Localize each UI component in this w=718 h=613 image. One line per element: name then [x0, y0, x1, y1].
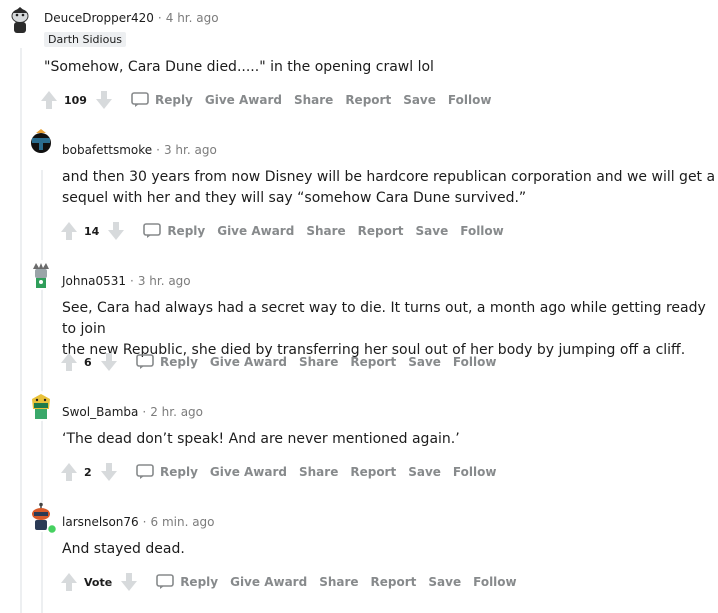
avatar[interactable] — [5, 5, 35, 35]
reply-label: Reply — [167, 224, 206, 238]
share-button[interactable]: Share — [306, 224, 345, 238]
author-name[interactable]: bobafettsmoke — [62, 143, 152, 157]
comment-actions: 109 Reply Give Award Share Report Save F… — [38, 88, 503, 112]
avatar[interactable] — [26, 502, 58, 535]
comment-bubble-icon — [143, 223, 162, 238]
user-flair: Darth Sidious — [44, 32, 127, 47]
save-button[interactable]: Save — [416, 224, 449, 238]
give-award-button[interactable]: Give Award — [210, 465, 287, 479]
timestamp[interactable]: 6 min. ago — [151, 515, 215, 529]
downvote-icon[interactable] — [118, 571, 140, 593]
vote-score: 6 — [84, 355, 92, 369]
author-name[interactable]: DeuceDropper420 — [44, 11, 154, 25]
share-button[interactable]: Share — [299, 355, 338, 369]
downvote-icon[interactable] — [98, 461, 120, 483]
report-button[interactable]: Report — [350, 355, 396, 369]
vote-score: 2 — [84, 465, 92, 479]
report-button[interactable]: Report — [345, 93, 391, 107]
upvote-icon[interactable] — [58, 461, 80, 483]
timestamp[interactable]: 4 hr. ago — [166, 11, 219, 25]
vote-score: 109 — [64, 93, 87, 107]
author-name[interactable]: larsnelson76 — [62, 515, 139, 529]
separator-dot: · — [129, 274, 134, 288]
comment-actions: Vote Reply Give Award Share Report Save … — [58, 570, 529, 594]
report-button[interactable]: Report — [358, 224, 404, 238]
reply-label: Reply — [154, 93, 193, 107]
avatar[interactable] — [26, 391, 56, 421]
thread-line-root[interactable] — [20, 48, 22, 613]
reply-button[interactable]: Reply — [143, 223, 205, 239]
comment-actions: 2 Reply Give Award Share Report Save Fol… — [58, 460, 508, 484]
follow-button[interactable]: Follow — [453, 355, 497, 369]
give-award-button[interactable]: Give Award — [230, 575, 307, 589]
author-name[interactable]: Johna0531 — [62, 274, 126, 288]
reply-button[interactable]: Reply — [136, 464, 198, 480]
save-button[interactable]: Save — [403, 93, 436, 107]
save-button[interactable]: Save — [428, 575, 461, 589]
report-button[interactable]: Report — [371, 575, 417, 589]
separator-dot: · — [142, 405, 147, 419]
comment-actions: 6 Reply Give Award Share Report Save Fol… — [58, 350, 508, 374]
reply-button[interactable]: Reply — [131, 92, 193, 108]
comment-body: "Somehow, Cara Dune died....." in the op… — [44, 59, 434, 75]
upvote-icon[interactable] — [58, 351, 80, 373]
upvote-icon[interactable] — [58, 571, 80, 593]
share-button[interactable]: Share — [299, 465, 338, 479]
online-status-icon — [46, 523, 58, 535]
give-award-button[interactable]: Give Award — [217, 224, 294, 238]
downvote-icon[interactable] — [105, 220, 127, 242]
upvote-icon[interactable] — [58, 220, 80, 242]
follow-button[interactable]: Follow — [453, 465, 497, 479]
reply-label: Reply — [180, 575, 219, 589]
reply-label: Reply — [160, 355, 198, 369]
downvote-icon[interactable] — [93, 89, 115, 111]
timestamp[interactable]: 3 hr. ago — [164, 143, 217, 157]
comment-body: and then 30 years from now Disney will b… — [62, 169, 716, 206]
comment-bubble-icon — [131, 92, 149, 107]
save-button[interactable]: Save — [408, 355, 441, 369]
vote-score: Vote — [84, 575, 113, 589]
separator-dot: · — [157, 11, 162, 25]
upvote-icon[interactable] — [38, 89, 60, 111]
comment-bubble-icon — [136, 464, 154, 479]
share-button[interactable]: Share — [294, 93, 333, 107]
report-button[interactable]: Report — [350, 465, 396, 479]
share-button[interactable]: Share — [319, 575, 358, 589]
reply-button[interactable]: Reply — [156, 574, 218, 590]
follow-button[interactable]: Follow — [460, 224, 504, 238]
timestamp[interactable]: 3 hr. ago — [138, 274, 191, 288]
comment-body: ‘The dead don’t speak! And are never men… — [62, 431, 460, 447]
comment-body: And stayed dead. — [62, 541, 185, 557]
avatar[interactable] — [26, 260, 56, 290]
timestamp[interactable]: 2 hr. ago — [150, 405, 203, 419]
avatar[interactable] — [26, 128, 56, 158]
give-award-button[interactable]: Give Award — [205, 93, 282, 107]
save-button[interactable]: Save — [408, 465, 441, 479]
comment-actions: 14 Reply Give Award Share Report Save Fo… — [58, 219, 516, 243]
separator-dot: · — [156, 143, 160, 157]
reply-label: Reply — [160, 465, 198, 479]
give-award-button[interactable]: Give Award — [210, 355, 287, 369]
comment-bubble-icon — [136, 354, 154, 369]
follow-button[interactable]: Follow — [473, 575, 517, 589]
downvote-icon[interactable] — [98, 351, 120, 373]
comment-bubble-icon — [156, 574, 174, 589]
author-name[interactable]: Swol_Bamba — [62, 405, 138, 419]
reply-button[interactable]: Reply — [136, 354, 198, 370]
follow-button[interactable]: Follow — [448, 93, 492, 107]
vote-score: 14 — [84, 224, 100, 238]
separator-dot: · — [142, 515, 147, 529]
